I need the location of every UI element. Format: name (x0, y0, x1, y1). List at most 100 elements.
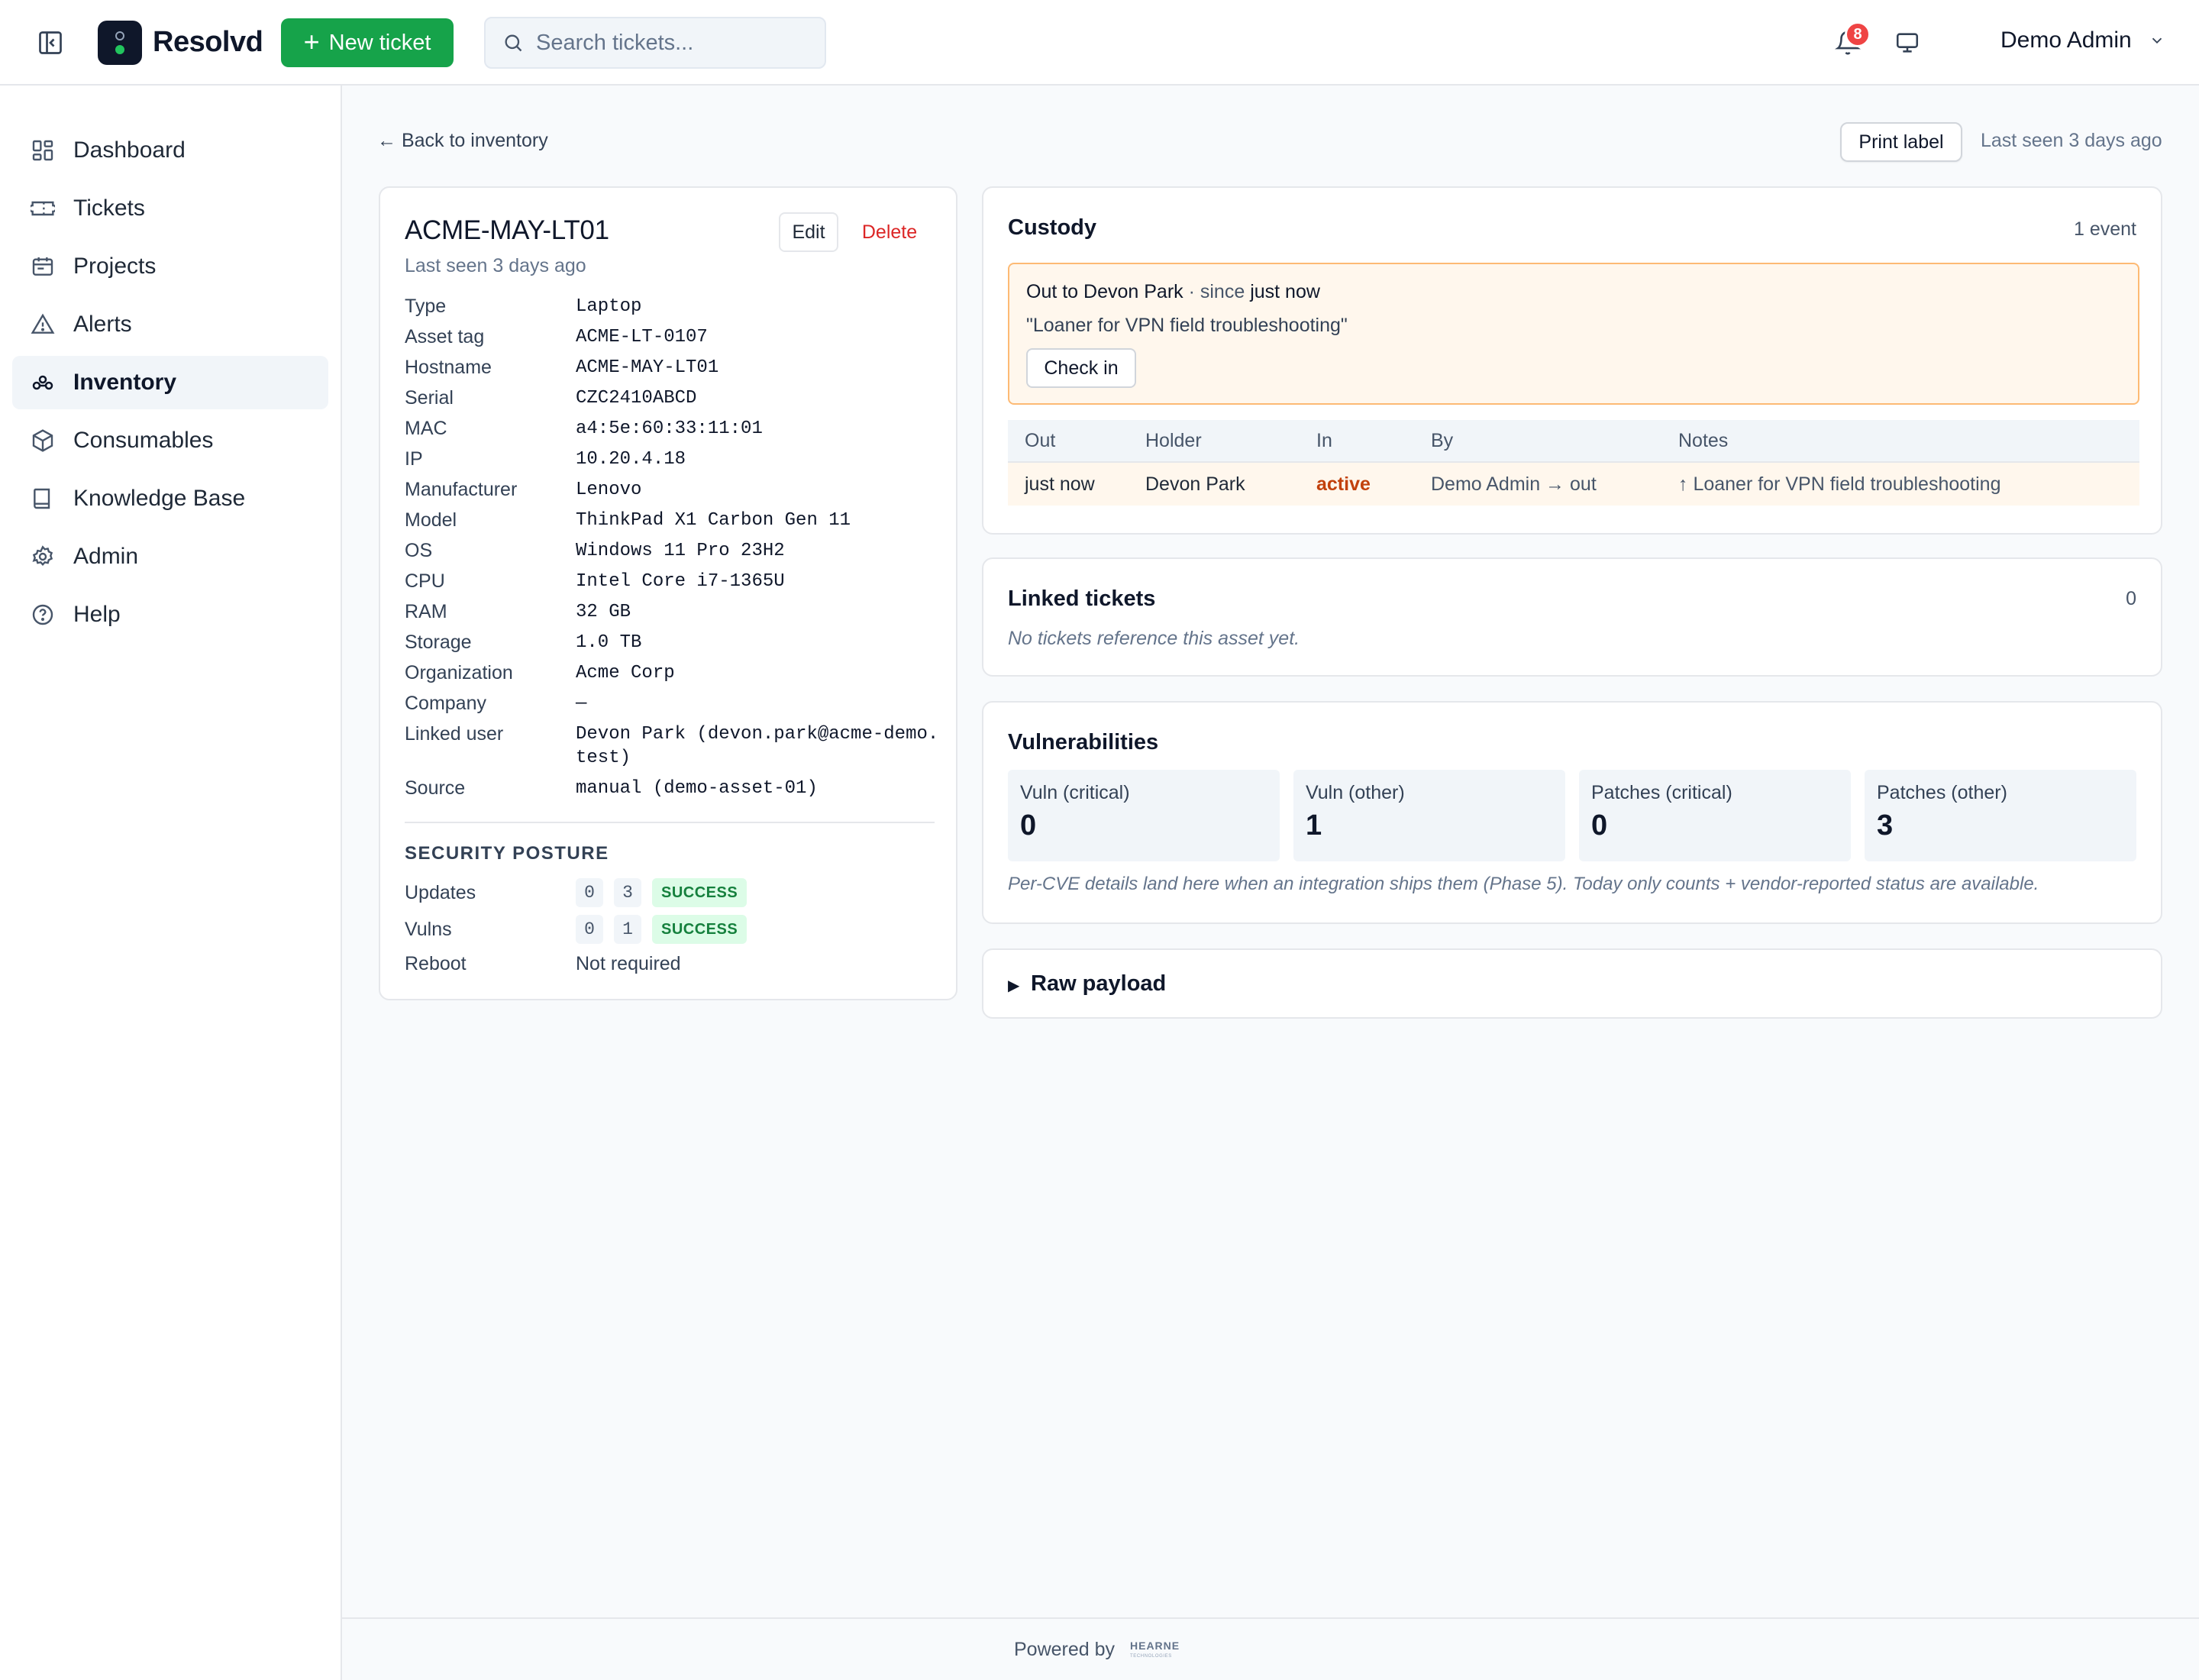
sidebar: Dashboard Tickets Projects Alerts Invent… (0, 86, 342, 1680)
linked-tickets-title: Linked tickets (1008, 586, 1156, 611)
column-header: Holder (1145, 429, 1202, 451)
reboot-label: Reboot (405, 953, 467, 974)
custody-note: "Loaner for VPN field troubleshooting" (1026, 315, 1348, 336)
sidebar-item-inventory[interactable]: Inventory (12, 356, 328, 409)
property-row: Company — (405, 692, 939, 716)
sidebar-item-label: Tickets (73, 195, 145, 221)
property-row: Serial CZC2410ABCD (405, 386, 939, 410)
back-to-inventory-link[interactable]: ← Back to inventory (377, 130, 548, 152)
chevron-down-icon (2152, 37, 2162, 44)
property-value: Lenovo (576, 480, 642, 500)
monitor-icon[interactable] (1891, 27, 1924, 58)
sidebar-item-label: Help (73, 602, 121, 627)
delete-button[interactable]: Delete (852, 212, 927, 252)
sidebar-item-admin[interactable]: Admin (12, 530, 328, 583)
vulns-label: Vulns (405, 918, 452, 940)
vulnerabilities-title: Vulnerabilities (1008, 730, 1159, 754)
box-icon (32, 429, 53, 452)
sidebar-item-alerts[interactable]: Alerts (12, 298, 328, 351)
property-value: — (576, 693, 587, 714)
column-header: Out (1025, 429, 1056, 451)
inventory-icon (32, 375, 53, 390)
property-value: Laptop (576, 296, 642, 317)
logo-dot-icon (115, 45, 124, 54)
custody-event-count: 1 event (2073, 218, 2136, 240)
property-row: Organization Acme Corp (405, 661, 939, 685)
cell-holder: Devon Park (1145, 473, 1245, 495)
updates-label: Updates (405, 881, 476, 903)
edit-button[interactable]: Edit (779, 212, 838, 252)
help-icon (32, 604, 53, 625)
property-row: Storage 1.0 TB (405, 631, 939, 654)
dashboard-icon (32, 140, 53, 161)
property-label: Source (405, 777, 466, 799)
logo-subtext: TECHNOLOGIES (1130, 1654, 1172, 1659)
sidebar-item-tickets[interactable]: Tickets (12, 182, 328, 235)
property-value: CZC2410ABCD (576, 388, 697, 409)
property-row: Model ThinkPad X1 Carbon Gen 11 (405, 509, 939, 532)
property-row: Hostname ACME-MAY-LT01 (405, 356, 939, 380)
sidebar-item-label: Dashboard (73, 137, 186, 163)
stat-vuln-critical: Vuln (critical) 0 (1008, 770, 1280, 861)
sidebar-toggle-icon[interactable] (35, 27, 66, 58)
reboot-value: Not required (576, 953, 681, 974)
property-row: Type Laptop (405, 295, 939, 318)
security-posture-heading: SECURITY POSTURE (405, 843, 609, 864)
updates-row: Updates 0 3 SUCCESS (405, 878, 748, 907)
divider (405, 822, 935, 823)
property-value: 32 GB (576, 602, 631, 622)
check-in-button[interactable]: Check in (1026, 348, 1136, 388)
property-value: Devon Park (devon.park@acme-demo.test) (576, 724, 939, 768)
search-input[interactable] (536, 30, 811, 56)
property-label: Type (405, 296, 447, 317)
cell-notes: ↑ Loaner for VPN field troubleshooting (1678, 473, 2001, 495)
property-label: CPU (405, 570, 445, 592)
raw-payload-toggle[interactable]: ▶ Raw payload (982, 948, 2162, 1019)
user-name: Demo Admin (2000, 27, 2132, 53)
sidebar-item-knowledge-base[interactable]: Knowledge Base (12, 472, 328, 525)
property-value: ACME-LT-0107 (576, 327, 708, 347)
cell-in-status: active (1316, 473, 1371, 495)
user-menu[interactable]: Demo Admin (2000, 27, 2165, 53)
vulns-critical-count: 0 (576, 915, 603, 944)
property-row: Linked user Devon Park (devon.park@acme-d… (405, 722, 939, 770)
property-label: Hostname (405, 357, 492, 378)
property-value: ThinkPad X1 Carbon Gen 11 (576, 510, 851, 531)
sidebar-item-label: Inventory (73, 370, 177, 395)
property-value: 1.0 TB (576, 632, 642, 653)
new-ticket-button[interactable]: + New ticket (281, 18, 454, 67)
alert-triangle-icon (31, 313, 55, 334)
sidebar-item-label: Alerts (73, 312, 132, 337)
vulnerabilities-note: Per-CVE details land here when an integr… (1008, 874, 2039, 894)
property-label: Organization (405, 662, 513, 683)
property-row: Asset tag ACME-LT-0107 (405, 325, 939, 349)
property-value: Intel Core i7-1365U (576, 571, 785, 592)
property-row: Source manual (demo-asset-01) (405, 777, 939, 800)
linked-tickets-card: Linked tickets 0 No tickets reference th… (982, 557, 2162, 677)
stat-value: 1 (1306, 809, 1322, 842)
custody-since-text: · since (1183, 281, 1251, 302)
sidebar-item-label: Consumables (73, 428, 214, 453)
book-icon (34, 488, 50, 509)
cell-out: just now (1025, 473, 1095, 495)
status-badge: SUCCESS (652, 878, 748, 907)
property-label: RAM (405, 601, 447, 622)
sidebar-item-consumables[interactable]: Consumables (12, 414, 328, 467)
updates-other-count: 3 (614, 878, 641, 907)
property-row: OS Windows 11 Pro 23H2 (405, 539, 939, 563)
print-label-button[interactable]: Print label (1840, 122, 1962, 162)
reboot-row: Reboot Not required (405, 953, 681, 975)
asset-details-card: ACME-MAY-LT01 Last seen 3 days ago Edit … (379, 186, 957, 1000)
property-label: Linked user (405, 723, 504, 745)
sidebar-item-projects[interactable]: Projects (12, 240, 328, 293)
search-box[interactable] (484, 17, 826, 69)
asset-last-seen: Last seen 3 days ago (405, 255, 586, 276)
plus-icon: + (303, 25, 320, 57)
sidebar-item-help[interactable]: Help (12, 588, 328, 641)
custody-since-time: just now (1250, 281, 1320, 302)
column-header: In (1316, 429, 1332, 451)
new-ticket-label: New ticket (328, 30, 431, 55)
property-row: MAC a4:5e:60:33:11:01 (405, 417, 939, 441)
sidebar-item-dashboard[interactable]: Dashboard (12, 124, 328, 177)
stat-vuln-other: Vuln (other) 1 (1293, 770, 1565, 861)
